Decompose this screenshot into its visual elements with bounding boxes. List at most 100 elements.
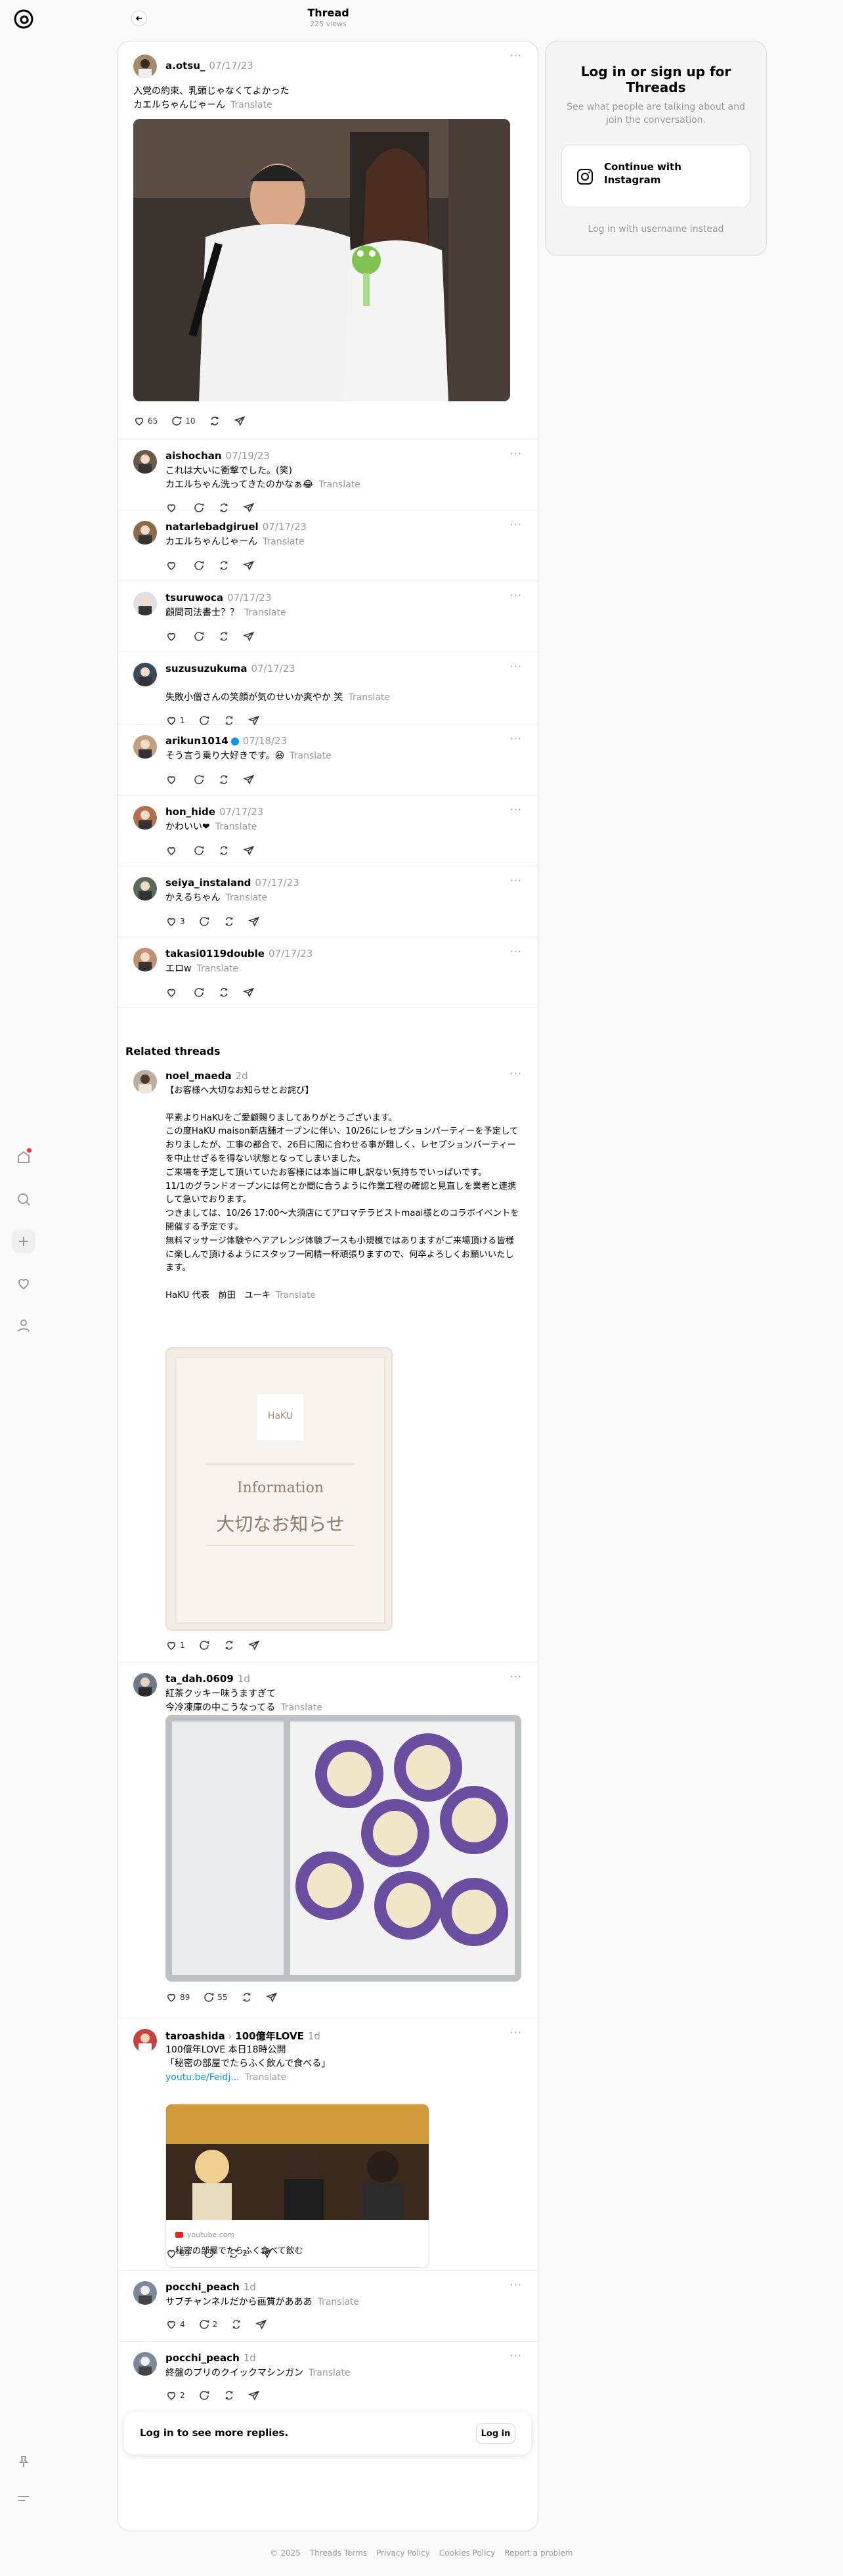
username[interactable]: aishochan bbox=[165, 450, 222, 462]
username[interactable]: arikun1014 bbox=[165, 735, 228, 747]
footer-privacy-link[interactable]: Privacy Policy bbox=[376, 2548, 430, 2558]
translate-link[interactable]: Translate bbox=[245, 2072, 287, 2083]
comment-button[interactable]: 2 bbox=[198, 2319, 217, 2330]
like-button[interactable]: 1 bbox=[165, 1639, 185, 1651]
like-button[interactable] bbox=[165, 774, 180, 786]
like-button[interactable]: 89 bbox=[165, 1991, 190, 2003]
repost-button[interactable] bbox=[241, 1991, 253, 2003]
share-button[interactable] bbox=[248, 2389, 260, 2401]
translate-link[interactable]: Translate bbox=[318, 479, 360, 490]
post-date[interactable]: 07/17/23 bbox=[269, 948, 313, 960]
avatar[interactable] bbox=[133, 806, 157, 830]
avatar[interactable] bbox=[133, 1673, 157, 1697]
more-icon[interactable]: ··· bbox=[510, 732, 522, 745]
repost-button[interactable]: 2 bbox=[228, 2248, 248, 2259]
nav-activity[interactable] bbox=[12, 1272, 35, 1295]
more-icon[interactable]: ··· bbox=[510, 49, 522, 62]
like-button[interactable] bbox=[165, 845, 180, 856]
post-date[interactable]: 1d bbox=[244, 2281, 256, 2293]
more-icon[interactable]: ··· bbox=[510, 2026, 522, 2039]
repost-button[interactable] bbox=[218, 631, 230, 642]
share-button[interactable] bbox=[255, 2319, 267, 2330]
repost-button[interactable] bbox=[218, 560, 230, 571]
post-date[interactable]: 1d bbox=[308, 2030, 320, 2042]
footer-report-link[interactable]: Report a problem bbox=[504, 2548, 573, 2558]
translate-link[interactable]: Translate bbox=[230, 100, 272, 110]
like-button[interactable] bbox=[165, 987, 180, 998]
comment-button[interactable] bbox=[198, 2389, 210, 2401]
username[interactable]: natarlebadgiruel bbox=[165, 521, 259, 533]
share-button[interactable] bbox=[243, 987, 255, 998]
like-button[interactable]: 65 bbox=[133, 415, 158, 427]
post-date[interactable]: 2d bbox=[236, 1070, 248, 1082]
translate-link[interactable]: Translate bbox=[215, 822, 257, 832]
comment-button[interactable]: 10 bbox=[171, 415, 196, 427]
instagram-login-button[interactable]: Continue with Instagram bbox=[561, 144, 750, 208]
repost-button[interactable] bbox=[209, 415, 221, 427]
nav-pin[interactable] bbox=[12, 2450, 35, 2474]
comment-button[interactable] bbox=[203, 2248, 215, 2259]
username[interactable]: ta_dah.0609 bbox=[165, 1673, 234, 1685]
more-icon[interactable]: ··· bbox=[510, 1670, 522, 1683]
share-button[interactable] bbox=[248, 1639, 260, 1651]
more-icon[interactable]: ··· bbox=[510, 803, 522, 816]
avatar[interactable] bbox=[133, 948, 157, 971]
comment-button[interactable] bbox=[193, 987, 205, 998]
more-icon[interactable]: ··· bbox=[510, 2278, 522, 2291]
share-button[interactable] bbox=[243, 560, 255, 571]
username[interactable]: taroashida bbox=[165, 2030, 225, 2042]
comment-button[interactable] bbox=[193, 774, 205, 786]
avatar[interactable] bbox=[133, 450, 157, 474]
avatar[interactable] bbox=[133, 2352, 157, 2376]
nav-search[interactable] bbox=[12, 1188, 35, 1211]
comment-button[interactable] bbox=[193, 845, 205, 856]
share-button[interactable] bbox=[265, 1991, 278, 2003]
post-date[interactable]: 07/17/23 bbox=[255, 877, 299, 889]
username-login-link[interactable]: Log in with username instead bbox=[546, 224, 766, 234]
repost-button[interactable] bbox=[223, 1639, 235, 1651]
username[interactable]: a.otsu_ bbox=[165, 60, 205, 72]
comment-button[interactable] bbox=[198, 1639, 210, 1651]
post-date[interactable]: 07/17/23 bbox=[227, 592, 271, 604]
username[interactable]: seiya_instaland bbox=[165, 877, 251, 889]
link-preview-card[interactable]: youtube.com 秘密の部屋でたらふく食べて飲む bbox=[165, 2104, 429, 2268]
username[interactable]: hon_hide bbox=[165, 806, 215, 818]
post-date[interactable]: 1d bbox=[238, 1673, 250, 1685]
more-icon[interactable]: ··· bbox=[510, 1067, 522, 1080]
nav-menu[interactable] bbox=[12, 2487, 35, 2510]
threads-logo-icon[interactable] bbox=[13, 9, 34, 30]
share-button[interactable] bbox=[261, 2248, 272, 2259]
repost-button[interactable] bbox=[223, 916, 235, 927]
share-button[interactable] bbox=[243, 774, 255, 786]
more-icon[interactable]: ··· bbox=[510, 447, 522, 460]
nav-profile[interactable] bbox=[12, 1314, 35, 1337]
username[interactable]: suzusuzukuma bbox=[165, 663, 247, 675]
like-button[interactable]: 2 bbox=[165, 2389, 185, 2401]
translate-link[interactable]: Translate bbox=[244, 608, 286, 618]
translate-link[interactable]: Translate bbox=[280, 1702, 322, 1713]
comment-button[interactable] bbox=[193, 560, 205, 571]
post-image[interactable] bbox=[133, 119, 510, 401]
comment-button[interactable] bbox=[193, 631, 205, 642]
translate-link[interactable]: Translate bbox=[276, 1291, 315, 1300]
share-button[interactable] bbox=[243, 845, 255, 856]
translate-link[interactable]: Translate bbox=[290, 751, 332, 761]
like-button[interactable] bbox=[165, 560, 180, 571]
more-icon[interactable]: ··· bbox=[510, 874, 522, 887]
post-date[interactable]: 07/17/23 bbox=[209, 60, 253, 72]
avatar[interactable] bbox=[133, 592, 157, 615]
avatar[interactable] bbox=[133, 877, 157, 900]
username-secondary[interactable]: 100億年LOVE bbox=[235, 2030, 304, 2042]
post-date[interactable]: 07/18/23 bbox=[243, 735, 287, 747]
post-image[interactable] bbox=[165, 1715, 521, 1982]
username[interactable]: takasi0119double bbox=[165, 948, 265, 960]
share-button[interactable] bbox=[243, 631, 255, 642]
translate-link[interactable]: Translate bbox=[309, 2368, 351, 2378]
comment-button[interactable]: 55 bbox=[203, 1991, 228, 2003]
more-icon[interactable]: ··· bbox=[510, 945, 522, 958]
post-date[interactable]: 1d bbox=[244, 2352, 256, 2364]
avatar[interactable] bbox=[133, 521, 157, 544]
post-date[interactable]: 07/17/23 bbox=[263, 521, 307, 533]
translate-link[interactable]: Translate bbox=[263, 537, 305, 547]
username[interactable]: noel_maeda bbox=[165, 1070, 232, 1082]
